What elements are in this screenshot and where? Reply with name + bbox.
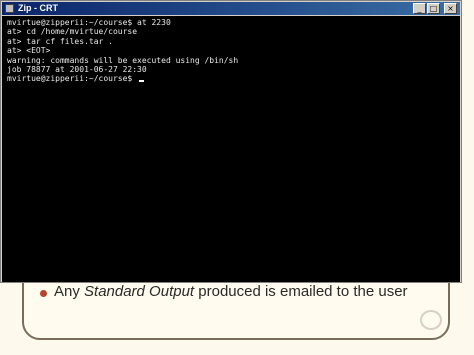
terminal-window: Zip - CRT _ □ × mvirtue@zipperii:~/cours… — [0, 0, 462, 283]
terminal-screen[interactable]: mvirtue@zipperii:~/course$ at 2230 at> c… — [2, 16, 460, 282]
window-titlebar[interactable]: Zip - CRT _ □ × — [2, 2, 460, 15]
terminal-line: at> cd /home/mvirtue/course — [7, 27, 138, 37]
terminal-line: at> tar cf files.tar . — [7, 36, 113, 46]
slide-bullet-prefix: Any — [54, 283, 85, 300]
terminal-prompt: mvirtue@zipperii:~/course$ — [7, 74, 138, 84]
terminal-prompt-line[interactable]: mvirtue@zipperii:~/course$ — [7, 74, 238, 83]
terminal-line: mvirtue@zipperii:~/course$ at 2230 — [7, 18, 171, 27]
slide-bullet-suffix: produced is emailed to the user — [194, 283, 408, 300]
slide-bullet-text: Any Standard Output produced is emailed … — [54, 283, 408, 300]
minimize-button[interactable]: _ — [413, 3, 426, 14]
terminal-output: mvirtue@zipperii:~/course$ at 2230 at> c… — [7, 18, 238, 84]
window-title: Zip - CRT — [18, 3, 58, 13]
slide-logo-icon — [420, 310, 442, 330]
terminal-line: at> <EOT> — [7, 46, 51, 56]
terminal-line: warning: commands will be executed using… — [7, 55, 239, 65]
text-cursor — [139, 80, 145, 83]
slide-bullet-emphasis: Standard Output — [84, 283, 195, 300]
terminal-line: job 78877 at 2001-06-27 22:30 — [7, 64, 147, 74]
maximize-button[interactable]: □ — [427, 3, 440, 14]
app-icon[interactable] — [5, 4, 14, 13]
close-button[interactable]: × — [444, 3, 457, 14]
bullet-point-icon — [40, 290, 47, 297]
